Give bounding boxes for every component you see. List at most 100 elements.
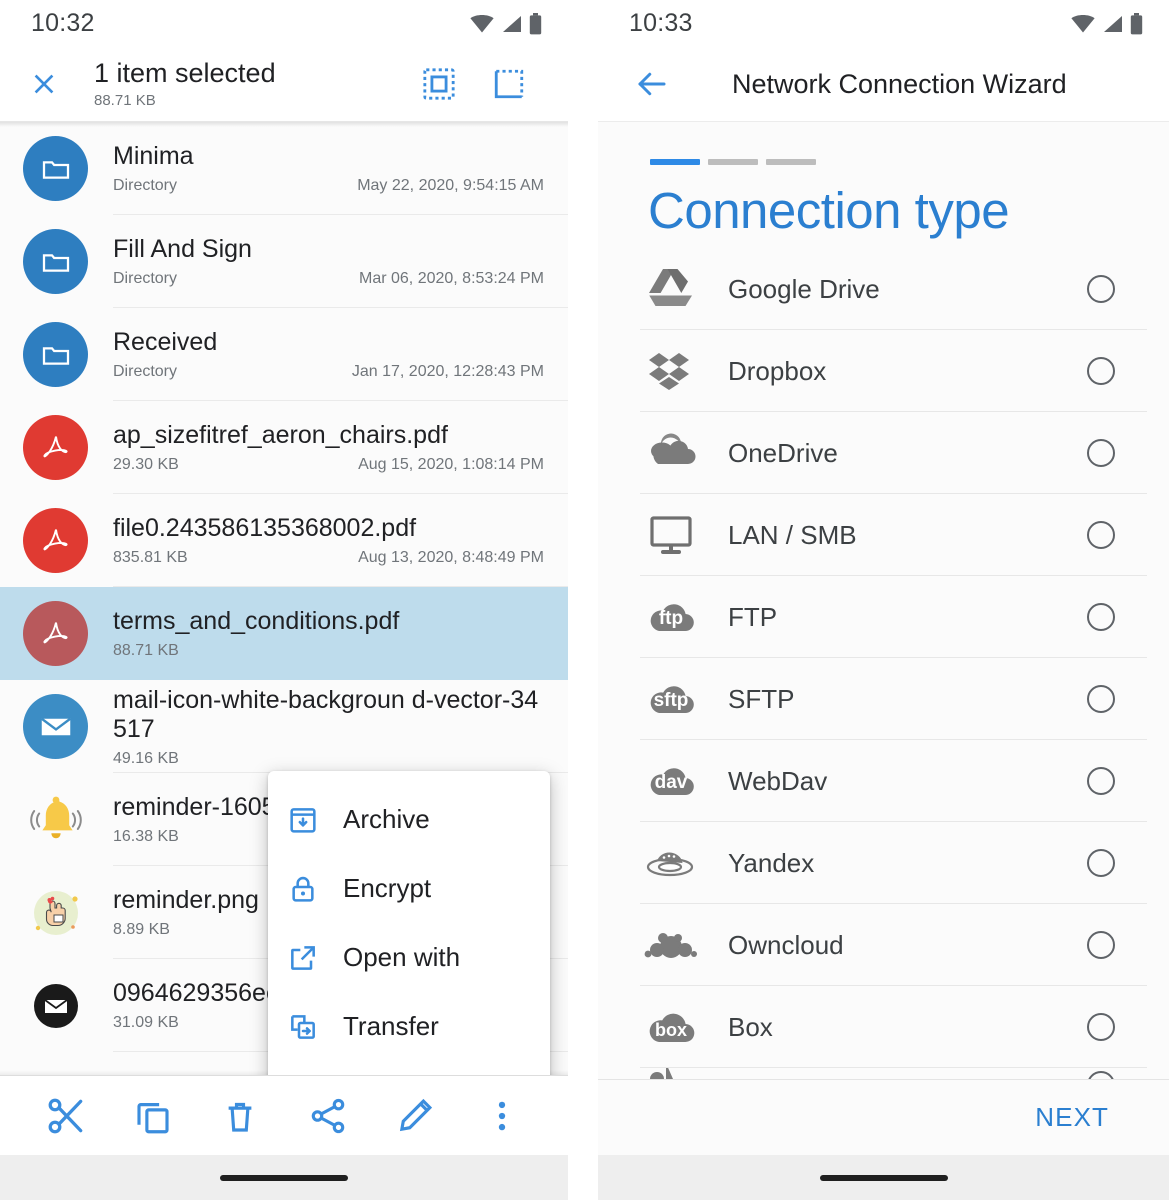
file-list[interactable]: Minima Directory May 22, 2020, 9:54:15 A… xyxy=(0,121,568,1075)
file-row[interactable]: ap_sizefitref_aeron_chairs.pdf 29.30 KB … xyxy=(0,401,568,494)
status-time: 10:32 xyxy=(31,9,95,37)
step-2 xyxy=(708,159,758,165)
option-row-google-drive[interactable]: Google Drive xyxy=(598,248,1169,330)
file-name: mail-icon-white-backgroun d-vector-34517 xyxy=(113,685,539,744)
onedrive-icon xyxy=(640,425,702,481)
radio-button[interactable] xyxy=(1087,767,1115,795)
pdf-icon xyxy=(23,415,88,480)
file-name: Fill And Sign xyxy=(113,235,252,264)
rename-button[interactable] xyxy=(389,1090,441,1142)
file-info: file0.243586135368002.pdf 835.81 KB Aug … xyxy=(113,514,544,567)
option-row-partial[interactable] xyxy=(598,1068,1169,1079)
step-1-active xyxy=(650,159,700,165)
file-subtitle: Directory xyxy=(113,362,178,380)
panel-gap xyxy=(568,0,598,1200)
file-name: Minima xyxy=(113,142,194,171)
menu-item-encrypt[interactable]: Encrypt xyxy=(268,854,550,923)
radio-button[interactable] xyxy=(1087,275,1115,303)
file-date: Mar 06, 2020, 8:53:24 PM xyxy=(359,269,544,287)
option-row-onedrive[interactable]: OneDrive xyxy=(598,412,1169,494)
file-subtitle: 31.09 KB xyxy=(113,1013,179,1031)
open-with-icon xyxy=(286,941,320,975)
dual-screenshot-canvas: 10:32 1 item selected 88.71 KB Minima Di… xyxy=(0,0,1169,1200)
status-bar-right: 10:33 xyxy=(598,0,1169,47)
back-arrow-icon xyxy=(638,72,666,96)
overflow-menu-button[interactable] xyxy=(476,1090,528,1142)
close-selection-button[interactable] xyxy=(26,66,62,102)
option-label: SFTP xyxy=(728,683,795,714)
dropbox-icon xyxy=(640,343,702,399)
selection-app-bar: 1 item selected 88.71 KB xyxy=(0,47,568,121)
file-info: mail-icon-white-backgroun d-vector-34517… xyxy=(113,686,544,768)
option-row-ftp[interactable]: ftp FTP xyxy=(598,576,1169,658)
yandex-icon xyxy=(640,835,702,891)
step-indicator xyxy=(598,122,1169,165)
option-label: WebDav xyxy=(728,765,828,796)
svg-text:dav: dav xyxy=(655,772,688,793)
sftp-cloud-icon: sftp xyxy=(640,671,702,727)
home-gesture-pill[interactable] xyxy=(220,1174,348,1181)
delete-button[interactable] xyxy=(214,1090,266,1142)
radio-button[interactable] xyxy=(1087,603,1115,631)
gesture-nav-bar-right xyxy=(598,1155,1169,1200)
file-subtitle: Directory xyxy=(113,269,178,287)
option-label: OneDrive xyxy=(728,437,838,468)
menu-item-label: Archive xyxy=(343,804,430,834)
file-subtitle: 835.81 KB xyxy=(113,548,188,566)
option-row-dropbox[interactable]: Dropbox xyxy=(598,330,1169,412)
cut-button[interactable] xyxy=(40,1090,92,1142)
file-row[interactable]: Received Directory Jan 17, 2020, 12:28:4… xyxy=(0,308,568,401)
option-row-box[interactable]: box Box xyxy=(598,986,1169,1068)
status-icon-group xyxy=(470,12,542,35)
file-name: Received xyxy=(113,328,218,357)
menu-item-archive[interactable]: Archive xyxy=(268,785,550,854)
file-name: ap_sizefitref_aeron_chairs.pdf xyxy=(113,421,448,450)
file-row[interactable]: Minima Directory May 22, 2020, 9:54:15 A… xyxy=(0,122,568,215)
bell-icon xyxy=(23,787,88,852)
radio-button[interactable] xyxy=(1087,685,1115,713)
back-button[interactable] xyxy=(632,64,672,104)
home-gesture-pill[interactable] xyxy=(819,1174,948,1181)
file-info: Minima Directory May 22, 2020, 9:54:15 A… xyxy=(113,142,544,195)
menu-item-transfer[interactable]: Transfer xyxy=(268,992,550,1061)
menu-item-label: Transfer xyxy=(343,1011,439,1041)
radio-button[interactable] xyxy=(1087,357,1115,385)
radio-button[interactable] xyxy=(1087,521,1115,549)
connection-type-list: Google Drive Dropbox OneDrive LAN / SMB … xyxy=(598,248,1169,1079)
file-info: ap_sizefitref_aeron_chairs.pdf 29.30 KB … xyxy=(113,421,544,474)
owncloud-icon xyxy=(640,917,702,973)
option-row-sftp[interactable]: sftp SFTP xyxy=(598,658,1169,740)
file-row[interactable]: file0.243586135368002.pdf 835.81 KB Aug … xyxy=(0,494,568,587)
battery-icon xyxy=(529,12,542,34)
gesture-nav-bar-left xyxy=(0,1155,568,1200)
battery-icon xyxy=(1130,12,1143,34)
next-button[interactable]: NEXT xyxy=(1027,1092,1117,1143)
svg-text:sftp: sftp xyxy=(654,690,689,711)
option-row-webdav[interactable]: dav WebDav xyxy=(598,740,1169,822)
selection-size: 88.71 KB xyxy=(94,91,156,109)
option-row-yandex[interactable]: Yandex xyxy=(598,822,1169,904)
file-row[interactable]: mail-icon-white-backgroun d-vector-34517… xyxy=(0,680,568,773)
copy-button[interactable] xyxy=(127,1090,179,1142)
hand-icon xyxy=(23,880,88,945)
file-row[interactable]: Fill And Sign Directory Mar 06, 2020, 8:… xyxy=(0,215,568,308)
select-all-icon[interactable] xyxy=(422,67,456,101)
file-date: May 22, 2020, 9:54:15 AM xyxy=(357,176,544,194)
share-button[interactable] xyxy=(302,1090,354,1142)
context-menu[interactable]: Archive Encrypt Open with Transfer xyxy=(268,771,550,1075)
radio-button[interactable] xyxy=(1087,439,1115,467)
radio-button[interactable] xyxy=(1087,1013,1115,1041)
radio-button[interactable] xyxy=(1087,931,1115,959)
option-row-owncloud[interactable]: Owncloud xyxy=(598,904,1169,986)
invert-selection-icon[interactable] xyxy=(492,67,526,101)
menu-item-open-with[interactable]: Open with xyxy=(268,923,550,992)
file-date: Jan 17, 2020, 12:28:43 PM xyxy=(351,362,544,380)
file-info: Fill And Sign Directory Mar 06, 2020, 8:… xyxy=(113,235,544,288)
file-date: Aug 13, 2020, 8:48:49 PM xyxy=(358,548,544,566)
selection-summary: 1 item selected 88.71 KB xyxy=(94,58,422,109)
file-row-selected[interactable]: terms_and_conditions.pdf 88.71 KB xyxy=(0,587,568,680)
radio-button[interactable] xyxy=(1087,1071,1115,1079)
option-row-lan-smb[interactable]: LAN / SMB xyxy=(598,494,1169,576)
menu-item-create-shortcut[interactable]: Create shortcut xyxy=(268,1061,550,1075)
radio-button[interactable] xyxy=(1087,849,1115,877)
